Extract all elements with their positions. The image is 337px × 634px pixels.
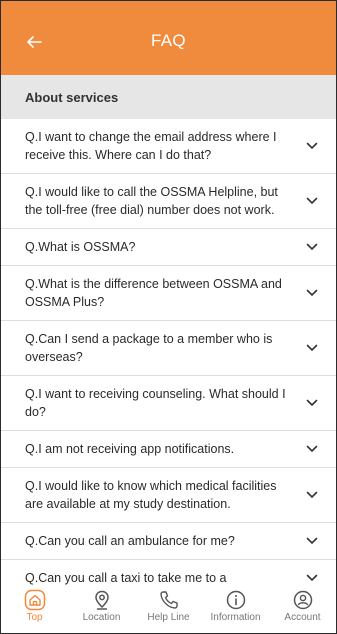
faq-question: Q.I want to receiving counseling. What s…	[25, 387, 286, 419]
chevron-down-icon	[306, 142, 318, 150]
faq-question: Q.Can I send a package to a member who i…	[25, 332, 273, 364]
chevron-down-icon	[306, 574, 318, 582]
nav-item-information[interactable]: Information	[204, 589, 268, 623]
chevron-down-icon	[306, 399, 318, 407]
nav-label-location: Location	[82, 612, 121, 623]
section-title: About services	[25, 89, 119, 105]
faq-question: Q.Can you call an ambulance for me?	[25, 534, 235, 548]
location-pin-icon	[91, 589, 113, 611]
faq-item[interactable]: Q.I want to receiving counseling. What s…	[1, 376, 336, 431]
nav-item-help-line[interactable]: Help Line	[137, 589, 201, 623]
nav-item-account[interactable]: Account	[271, 589, 335, 623]
nav-item-location[interactable]: Location	[70, 589, 134, 623]
faq-question: Q.What is OSSMA?	[25, 240, 136, 254]
app-screen: FAQ About services Q.I want to change th…	[0, 0, 337, 634]
chevron-down-icon	[306, 289, 318, 297]
faq-question: Q.I would like to call the OSSMA Helplin…	[25, 185, 278, 217]
info-icon	[225, 589, 247, 611]
phone-icon	[158, 589, 180, 611]
chevron-down-icon	[306, 197, 318, 205]
faq-question: Q.I want to change the email address whe…	[25, 130, 277, 162]
bottom-nav: Top Location Help Line Information Accou…	[1, 585, 336, 633]
faq-item[interactable]: Q.Can you call an ambulance for me?	[1, 523, 336, 560]
home-icon	[24, 589, 46, 611]
chevron-down-icon	[306, 491, 318, 499]
faq-item[interactable]: Q.Can I send a package to a member who i…	[1, 321, 336, 376]
faq-question: Q.I would like to know which medical fac…	[25, 479, 277, 511]
faq-item[interactable]: Q.I would like to call the OSSMA Helplin…	[1, 174, 336, 229]
faq-item[interactable]: Q.I want to change the email address whe…	[1, 119, 336, 174]
nav-item-top[interactable]: Top	[3, 589, 67, 623]
faq-question: Q.What is the difference between OSSMA a…	[25, 277, 282, 309]
nav-label-top: Top	[26, 612, 43, 623]
faq-item[interactable]: Q.I would like to know which medical fac…	[1, 468, 336, 523]
faq-list: Q.I want to change the email address whe…	[1, 119, 336, 585]
page-title: FAQ	[151, 31, 186, 50]
faq-question: Q.Can you call a taxi to take me to a	[25, 571, 227, 585]
nav-label-account: Account	[284, 612, 321, 623]
chevron-down-icon	[306, 537, 318, 545]
faq-question: Q.I am not receiving app notifications.	[25, 442, 235, 456]
nav-label-information: Information	[210, 612, 261, 623]
faq-item[interactable]: Q.What is the difference between OSSMA a…	[1, 266, 336, 321]
chevron-down-icon	[306, 243, 318, 251]
faq-item[interactable]: Q.What is OSSMA?	[1, 229, 336, 266]
app-bar: FAQ	[1, 1, 336, 75]
account-icon	[292, 589, 314, 611]
nav-label-help-line: Help Line	[147, 612, 190, 623]
faq-item[interactable]: Q.I am not receiving app notifications.	[1, 431, 336, 468]
section-header: About services	[1, 75, 336, 119]
chevron-down-icon	[306, 344, 318, 352]
chevron-down-icon	[306, 445, 318, 453]
faq-item[interactable]: Q.Can you call a taxi to take me to a	[1, 560, 336, 585]
